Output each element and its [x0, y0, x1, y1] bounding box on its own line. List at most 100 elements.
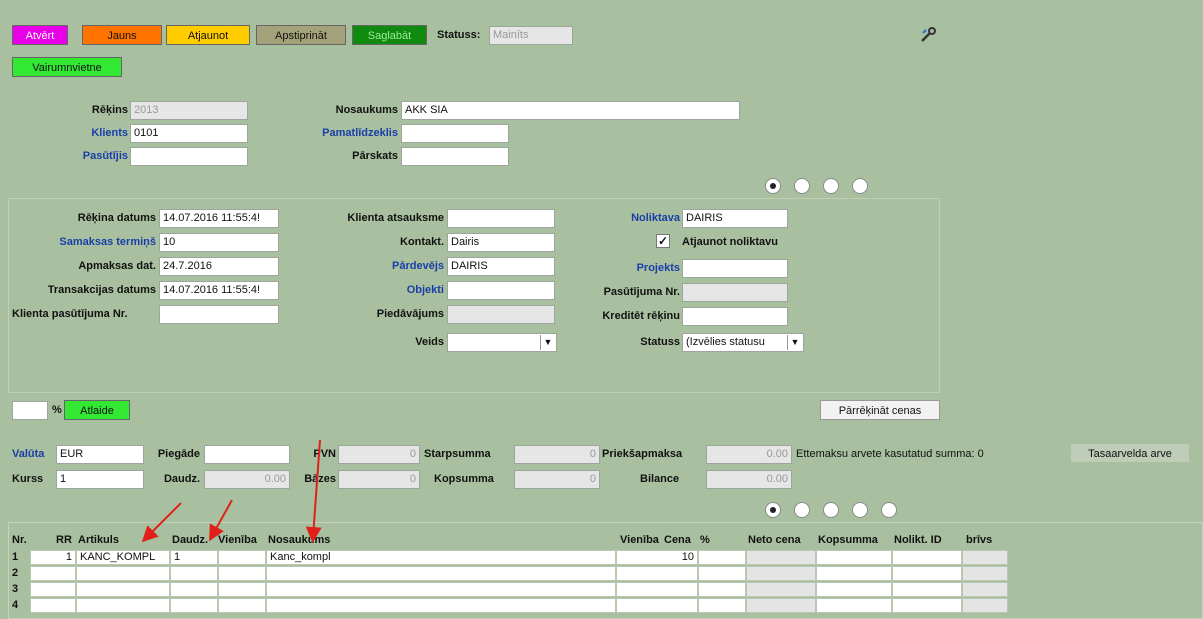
- table-cell-unit[interactable]: [218, 566, 266, 581]
- rows-radio-2[interactable]: [794, 502, 810, 518]
- discount-percent-field[interactable]: [12, 401, 48, 420]
- table-cell-rr[interactable]: 1: [30, 550, 76, 565]
- table-cell-unit[interactable]: [218, 598, 266, 613]
- type-select[interactable]: ▼: [447, 333, 557, 352]
- project-label[interactable]: Projekts: [570, 262, 680, 274]
- basis-field[interactable]: [401, 124, 509, 143]
- table-cell-name[interactable]: [266, 566, 616, 581]
- currency-label[interactable]: Valūta: [12, 448, 44, 460]
- table-cell[interactable]: [892, 566, 962, 581]
- contact-field[interactable]: Dairis: [447, 233, 555, 252]
- update-stock-checkbox[interactable]: ✓: [656, 234, 670, 248]
- warehouse-label[interactable]: Noliktava: [570, 212, 680, 224]
- rows-radio-1[interactable]: [765, 502, 781, 518]
- table-cell-rr[interactable]: [30, 582, 76, 597]
- table-cell[interactable]: [892, 598, 962, 613]
- table-cell[interactable]: [816, 566, 892, 581]
- table-cell-article[interactable]: [76, 566, 170, 581]
- payment-term-field[interactable]: 10: [159, 233, 279, 252]
- table-cell[interactable]: [816, 598, 892, 613]
- details-status-select[interactable]: (Izvēlies statusu ▼: [682, 333, 804, 352]
- seller-field[interactable]: DAIRIS: [447, 257, 555, 276]
- currency-field[interactable]: EUR: [56, 445, 144, 464]
- table-cell[interactable]: [746, 566, 816, 581]
- payment-term-label[interactable]: Samaksas termiņš: [20, 236, 156, 248]
- recalc-prices-button[interactable]: Pārrēķināt cenas: [820, 400, 940, 420]
- orderer-label[interactable]: Pasūtījis: [40, 150, 128, 162]
- table-cell[interactable]: [746, 550, 816, 565]
- offset-invoice-button[interactable]: Tasaarvelda arve: [1070, 443, 1190, 463]
- client-label[interactable]: Klients: [40, 127, 128, 139]
- table-cell-article[interactable]: KANC_KOMPL: [76, 550, 170, 565]
- delivery-field[interactable]: [204, 445, 290, 464]
- table-cell-price[interactable]: 10: [616, 550, 698, 565]
- total-field: 0: [514, 470, 600, 489]
- table-cell-unit[interactable]: [218, 582, 266, 597]
- client-order-field[interactable]: [159, 305, 279, 324]
- report-field[interactable]: [401, 147, 509, 166]
- vat-field: 0: [338, 445, 420, 464]
- tab-radio-3[interactable]: [823, 178, 839, 194]
- table-cell-price[interactable]: [616, 582, 698, 597]
- table-cell-qty[interactable]: [170, 582, 218, 597]
- discount-button[interactable]: Atlaide: [64, 400, 130, 420]
- refresh-button[interactable]: Atjaunot: [166, 25, 250, 45]
- table-cell[interactable]: [816, 582, 892, 597]
- objects-field[interactable]: [447, 281, 555, 300]
- table-cell[interactable]: [698, 582, 746, 597]
- table-cell-qty[interactable]: [170, 598, 218, 613]
- table-cell[interactable]: [816, 550, 892, 565]
- credit-field[interactable]: [682, 307, 788, 326]
- table-cell-rr[interactable]: [30, 598, 76, 613]
- approve-button[interactable]: Apstiprināt: [256, 25, 346, 45]
- rows-radio-5[interactable]: [881, 502, 897, 518]
- invoice-date-field[interactable]: 14.07.2016 11:55:4!: [159, 209, 279, 228]
- client-field[interactable]: 0101: [130, 124, 248, 143]
- table-cell-article[interactable]: [76, 598, 170, 613]
- table-cell[interactable]: [698, 566, 746, 581]
- tab-radio-1[interactable]: [765, 178, 781, 194]
- tab-radio-4[interactable]: [852, 178, 868, 194]
- table-cell-price[interactable]: [616, 566, 698, 581]
- warehouse-field[interactable]: DAIRIS: [682, 209, 788, 228]
- rows-radio-3[interactable]: [823, 502, 839, 518]
- table-cell[interactable]: [698, 550, 746, 565]
- table-cell[interactable]: [746, 598, 816, 613]
- invoice-field: 2013: [130, 101, 248, 120]
- table-cell-article[interactable]: [76, 582, 170, 597]
- warehouse-button[interactable]: Vairumnvietne: [12, 57, 122, 77]
- table-cell[interactable]: [892, 550, 962, 565]
- transaction-date-field[interactable]: 14.07.2016 11:55:4!: [159, 281, 279, 300]
- new-button[interactable]: Jauns: [82, 25, 162, 45]
- table-cell[interactable]: [698, 598, 746, 613]
- table-cell-rr[interactable]: [30, 566, 76, 581]
- table-cell[interactable]: [962, 582, 1008, 597]
- table-cell-name[interactable]: [266, 598, 616, 613]
- project-field[interactable]: [682, 259, 788, 278]
- basis-label[interactable]: Pamatlīdzeklis: [280, 127, 398, 139]
- table-cell-name[interactable]: Kanc_kompl: [266, 550, 616, 565]
- table-cell[interactable]: [892, 582, 962, 597]
- table-cell-qty[interactable]: [170, 566, 218, 581]
- save-button[interactable]: Saglabāt: [352, 25, 427, 45]
- objects-label[interactable]: Objekti: [300, 284, 444, 296]
- table-cell-qty[interactable]: 1: [170, 550, 218, 565]
- open-button[interactable]: Atvērt: [12, 25, 68, 45]
- orderer-field[interactable]: [130, 147, 248, 166]
- rate-field[interactable]: 1: [56, 470, 144, 489]
- table-cell[interactable]: [746, 582, 816, 597]
- table-cell-price[interactable]: [616, 598, 698, 613]
- wrench-icon[interactable]: [918, 25, 938, 45]
- table-cell-unit[interactable]: [218, 550, 266, 565]
- rows-radio-4[interactable]: [852, 502, 868, 518]
- payment-date-field[interactable]: 24.7.2016: [159, 257, 279, 276]
- name-field[interactable]: AKK SIA: [401, 101, 740, 120]
- subtotal-field: 0: [514, 445, 600, 464]
- table-cell[interactable]: [962, 598, 1008, 613]
- table-cell-name[interactable]: [266, 582, 616, 597]
- client-ref-field[interactable]: [447, 209, 555, 228]
- table-cell[interactable]: [962, 550, 1008, 565]
- seller-label[interactable]: Pārdevējs: [300, 260, 444, 272]
- table-cell[interactable]: [962, 566, 1008, 581]
- tab-radio-2[interactable]: [794, 178, 810, 194]
